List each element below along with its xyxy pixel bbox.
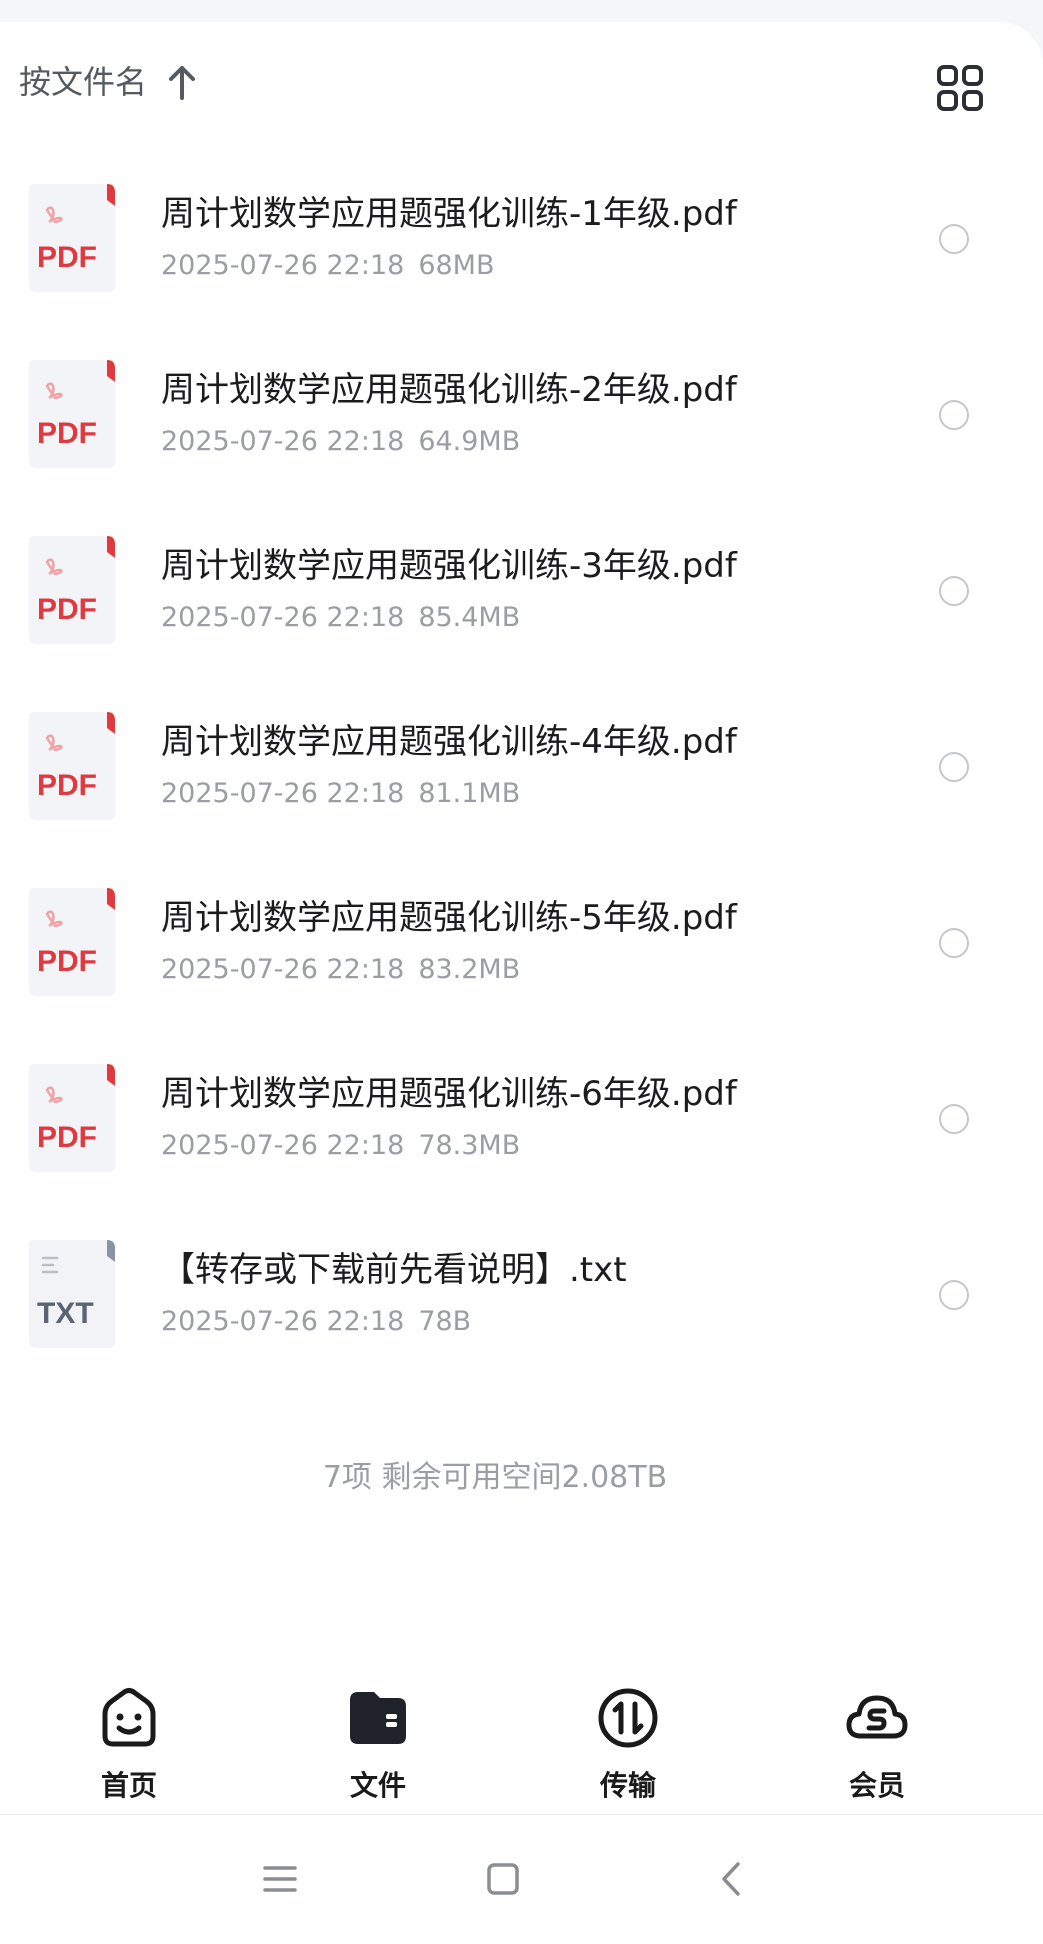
pdf-file-icon: PDF	[29, 888, 115, 996]
tab-files[interactable]: 文件	[298, 1686, 458, 1806]
select-checkbox[interactable]	[939, 224, 969, 254]
file-meta: 2025-07-26 22:18 81.1MB	[161, 778, 520, 810]
square-home-icon[interactable]	[483, 1859, 523, 1899]
file-meta: 2025-07-26 22:18 78B	[161, 1306, 471, 1338]
file-meta: 2025-07-26 22:18 78.3MB	[161, 1130, 520, 1162]
file-list: PDF 周计划数学应用题强化训练-1年级.pdf 2025-07-26 22:1…	[0, 174, 1043, 1406]
file-row[interactable]: PDF 周计划数学应用题强化训练-1年级.pdf 2025-07-26 22:1…	[0, 174, 1043, 350]
svg-text:PDF: PDF	[37, 945, 97, 978]
smiley-home-icon	[102, 1688, 156, 1747]
file-row[interactable]: TXT 【转存或下载前先看说明】.txt 2025-07-26 22:18 78B	[0, 1230, 1043, 1406]
file-row[interactable]: PDF 周计划数学应用题强化训练-2年级.pdf 2025-07-26 22:1…	[0, 350, 1043, 526]
tab-home-label: 首页	[100, 1769, 157, 1802]
file-date: 2025-07-26 22:18	[161, 250, 405, 281]
tab-vip-label: 会员	[848, 1769, 905, 1802]
pdf-file-icon: PDF	[29, 360, 115, 468]
svg-text:PDF: PDF	[37, 417, 97, 450]
file-meta: 2025-07-26 22:18 68MB	[161, 250, 495, 282]
menu-icon[interactable]	[260, 1859, 300, 1899]
file-date: 2025-07-26 22:18	[161, 954, 405, 985]
select-checkbox[interactable]	[939, 400, 969, 430]
file-size: 64.9MB	[418, 426, 521, 457]
file-size: 85.4MB	[418, 602, 521, 633]
txt-file-icon: TXT	[29, 1240, 115, 1348]
select-checkbox[interactable]	[939, 752, 969, 782]
pdf-file-icon: PDF	[29, 184, 115, 292]
pdf-file-icon: PDF	[29, 1064, 115, 1172]
svg-text:TXT: TXT	[37, 1297, 94, 1330]
svg-text:PDF: PDF	[37, 769, 97, 802]
file-size: 81.1MB	[418, 778, 521, 809]
system-nav-bar	[0, 1815, 1043, 1944]
vip-cloud-icon	[846, 1695, 908, 1739]
file-date: 2025-07-26 22:18	[161, 1130, 405, 1161]
grid-view-icon[interactable]	[936, 64, 984, 112]
file-date: 2025-07-26 22:18	[161, 602, 405, 633]
file-row[interactable]: PDF 周计划数学应用题强化训练-5年级.pdf 2025-07-26 22:1…	[0, 878, 1043, 1054]
pdf-file-icon: PDF	[29, 536, 115, 644]
file-size: 78B	[418, 1306, 472, 1337]
bottom-nav: 首页 文件 传输 会员	[0, 1660, 1043, 1812]
file-date: 2025-07-26 22:18	[161, 1306, 405, 1337]
file-meta: 2025-07-26 22:18 83.2MB	[161, 954, 520, 986]
file-size: 83.2MB	[418, 954, 521, 985]
pdf-file-icon: PDF	[29, 712, 115, 820]
svg-text:PDF: PDF	[37, 1121, 97, 1154]
tab-vip[interactable]: 会员	[797, 1686, 957, 1806]
sort-bar: 按文件名	[0, 22, 1043, 132]
file-meta: 2025-07-26 22:18 85.4MB	[161, 602, 520, 634]
file-size: 68MB	[418, 250, 495, 281]
file-date: 2025-07-26 22:18	[161, 778, 405, 809]
tab-transfer-label: 传输	[599, 1769, 656, 1802]
file-size: 78.3MB	[418, 1130, 521, 1161]
svg-text:PDF: PDF	[37, 593, 97, 626]
folder-icon	[350, 1692, 406, 1744]
file-row[interactable]: PDF 周计划数学应用题强化训练-4年级.pdf 2025-07-26 22:1…	[0, 702, 1043, 878]
file-name: 周计划数学应用题强化训练-5年级.pdf	[161, 898, 737, 938]
select-checkbox[interactable]	[939, 576, 969, 606]
file-name: 周计划数学应用题强化训练-1年级.pdf	[161, 194, 737, 234]
tab-files-label: 文件	[349, 1769, 406, 1802]
back-icon[interactable]	[712, 1859, 752, 1899]
tab-home[interactable]: 首页	[49, 1686, 209, 1806]
sort-by-name-label[interactable]: 按文件名	[19, 66, 147, 98]
svg-text:PDF: PDF	[37, 241, 97, 274]
file-row[interactable]: PDF 周计划数学应用题强化训练-6年级.pdf 2025-07-26 22:1…	[0, 1054, 1043, 1230]
arrow-up-icon[interactable]	[166, 64, 198, 100]
tab-transfer[interactable]: 传输	[548, 1686, 708, 1806]
file-name: 周计划数学应用题强化训练-2年级.pdf	[161, 370, 737, 410]
file-date: 2025-07-26 22:18	[161, 426, 405, 457]
file-name: 周计划数学应用题强化训练-3年级.pdf	[161, 546, 737, 586]
storage-summary: 7项 剩余可用空间2.08TB	[322, 1460, 668, 1495]
select-checkbox[interactable]	[939, 928, 969, 958]
select-checkbox[interactable]	[939, 1280, 969, 1310]
file-name: 周计划数学应用题强化训练-4年级.pdf	[161, 722, 737, 762]
file-name: 周计划数学应用题强化训练-6年级.pdf	[161, 1074, 737, 1114]
select-checkbox[interactable]	[939, 1104, 969, 1134]
file-browser-sheet: 按文件名 PDF 周计划数学应用题强化训练-1年级.pdf 2025-07-26…	[0, 22, 1043, 1944]
file-name: 【转存或下载前先看说明】.txt	[161, 1250, 627, 1290]
transfer-icon	[598, 1688, 658, 1748]
file-row[interactable]: PDF 周计划数学应用题强化训练-3年级.pdf 2025-07-26 22:1…	[0, 526, 1043, 702]
file-meta: 2025-07-26 22:18 64.9MB	[161, 426, 520, 458]
